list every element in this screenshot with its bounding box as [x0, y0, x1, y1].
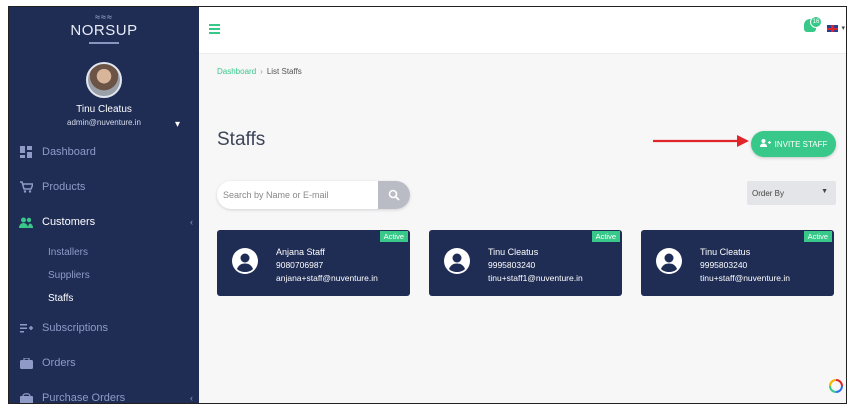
cart-icon	[19, 180, 33, 194]
chevron-left-icon: ‹	[190, 393, 193, 403]
status-badge: Active	[803, 231, 832, 242]
staff-email: tinu+staff@nuventure.in	[700, 273, 790, 283]
subscriptions-icon	[19, 321, 33, 335]
sidebar-subitem-suppliers[interactable]: Suppliers	[48, 270, 90, 281]
annotation-arrow-icon	[653, 135, 749, 147]
customers-icon	[19, 215, 33, 229]
staff-card[interactable]: Active Anjana Staff 9080706987 anjana+st…	[217, 230, 410, 296]
add-user-icon	[759, 139, 771, 149]
staff-card[interactable]: Active Tinu Cleatus 9995803240 tinu+staf…	[429, 230, 622, 296]
user-name: Tinu Cleatus	[76, 104, 132, 115]
breadcrumb: Dashboard › List Staffs	[217, 67, 302, 76]
staff-name: Tinu Cleatus	[700, 247, 751, 257]
orders-icon	[19, 356, 33, 370]
user-menu-chevron-icon[interactable]: ▾	[175, 119, 180, 130]
sidebar-item-customers[interactable]: Customers ‹	[9, 209, 199, 235]
staff-email: tinu+staff1@nuventure.in	[488, 273, 583, 283]
staff-phone: 9080706987	[276, 260, 324, 270]
logo-text: NORSUP	[70, 22, 138, 39]
sidebar-item-label: Orders	[42, 357, 76, 369]
staff-email: anjana+staff@nuventure.in	[276, 273, 378, 283]
breadcrumb-current: List Staffs	[266, 67, 302, 76]
status-badge: Active	[379, 231, 408, 242]
avatar[interactable]	[86, 62, 122, 98]
status-badge: Active	[591, 231, 620, 242]
sidebar-item-subscriptions[interactable]: Subscriptions	[9, 315, 199, 341]
logo-underline	[89, 42, 119, 44]
logo-wave-icon: ≈≈≈	[95, 12, 113, 22]
user-email: admin@nuventure.in	[67, 118, 141, 127]
search-button[interactable]	[378, 181, 410, 209]
staff-phone: 9995803240	[488, 260, 536, 270]
sidebar-subitem-staffs[interactable]: Staffs	[48, 293, 73, 304]
staff-phone: 9995803240	[700, 260, 748, 270]
sidebar-item-dashboard[interactable]: Dashboard	[9, 139, 199, 165]
breadcrumb-separator: ›	[260, 67, 263, 76]
staff-card[interactable]: Active Tinu Cleatus 9995803240 tinu+staf…	[641, 230, 834, 296]
sidebar-item-label: Purchase Orders	[42, 392, 126, 404]
search-input[interactable]	[217, 181, 383, 209]
sidebar-item-label: Customers	[42, 216, 96, 228]
sidebar: ≈≈≈ NORSUP Tinu Cleatus admin@nuventure.…	[9, 7, 199, 403]
sidebar-subitem-installers[interactable]: Installers	[48, 247, 88, 258]
person-icon	[656, 248, 682, 274]
invite-staff-label: INVITE STAFF	[774, 139, 828, 149]
purchase-orders-icon	[19, 391, 33, 403]
search-box	[217, 181, 410, 209]
sidebar-item-label: Products	[42, 181, 86, 193]
dashboard-icon	[19, 145, 33, 159]
notification-count-badge: 16	[810, 16, 822, 28]
invite-staff-button[interactable]: INVITE STAFF	[751, 131, 836, 157]
sidebar-item-label: Dashboard	[42, 146, 96, 158]
support-widget-icon[interactable]	[829, 379, 843, 393]
language-chevron-down-icon[interactable]: ▾	[841, 24, 845, 32]
uk-flag-icon[interactable]	[827, 25, 838, 32]
sidebar-item-purchase-orders[interactable]: Purchase Orders ‹	[9, 385, 199, 404]
hamburger-menu-icon[interactable]	[209, 24, 220, 34]
search-icon	[388, 189, 400, 201]
app-window: ≈≈≈ NORSUP Tinu Cleatus admin@nuventure.…	[8, 6, 847, 404]
order-by-label: Order By	[752, 188, 785, 198]
sidebar-item-orders[interactable]: Orders	[9, 350, 199, 376]
top-bar: 16 ▾	[199, 7, 846, 54]
staff-name: Tinu Cleatus	[488, 247, 539, 257]
notification-bell-icon[interactable]: 16	[804, 16, 822, 33]
staff-name: Anjana Staff	[276, 247, 325, 257]
sidebar-item-label: Subscriptions	[42, 322, 109, 334]
chevron-left-icon: ‹	[190, 217, 193, 227]
brand-logo[interactable]: ≈≈≈ NORSUP	[9, 13, 199, 44]
person-icon	[444, 248, 470, 274]
person-icon	[232, 248, 258, 274]
chevron-down-icon: ▼	[821, 188, 828, 195]
order-by-select[interactable]: Order By ▼	[747, 181, 836, 205]
sidebar-item-products[interactable]: Products	[9, 174, 199, 200]
page-title: Staffs	[217, 129, 266, 150]
breadcrumb-dashboard-link[interactable]: Dashboard	[217, 67, 256, 76]
